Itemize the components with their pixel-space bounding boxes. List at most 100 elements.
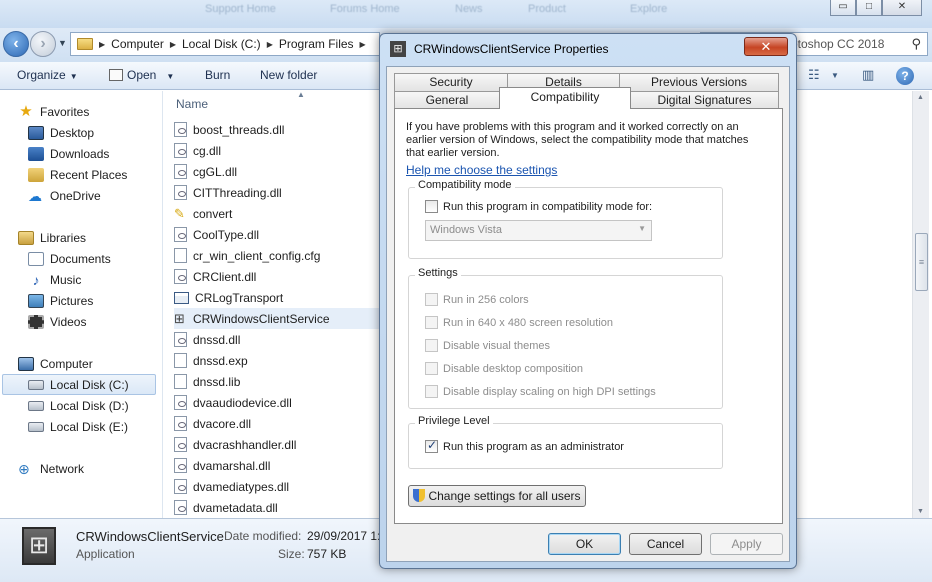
help-me-choose-link[interactable]: Help me choose the settings — [406, 163, 557, 177]
nav-favorites[interactable]: ★ Favorites — [18, 101, 89, 122]
file-row[interactable]: ⊞ CRWindowsClientService — [174, 308, 380, 329]
help-icon[interactable]: ? — [896, 67, 914, 85]
nav-desktop[interactable]: Desktop — [28, 122, 94, 143]
checkbox-box[interactable] — [425, 438, 438, 453]
address-bar[interactable]: ▶ Computer ▶ Local Disk (C:) ▶ Program F… — [70, 32, 380, 56]
file-row[interactable]: dvacore.dll — [174, 413, 380, 434]
file-row[interactable]: dnssd.dll — [174, 329, 380, 350]
exe-icon — [174, 291, 189, 304]
apply-button[interactable]: Apply — [710, 533, 783, 555]
file-row[interactable]: cr_win_client_config.cfg — [174, 245, 380, 266]
file-name: cr_win_client_config.cfg — [193, 248, 321, 263]
nav-drive-c[interactable]: Local Disk (C:) — [2, 374, 156, 395]
disable-dpi-scaling-checkbox[interactable]: Disable display scaling on high DPI sett… — [425, 385, 656, 398]
nav-recent-places[interactable]: Recent Places — [28, 164, 127, 185]
chevron-right-icon[interactable]: ▶ — [170, 40, 176, 49]
open-button[interactable]: Open ▼ — [109, 68, 174, 82]
breadcrumb-computer[interactable]: Computer — [111, 37, 164, 51]
nav-videos[interactable]: Videos — [28, 311, 86, 332]
service-icon: ⊞ — [174, 311, 185, 326]
file-row[interactable]: cgGL.dll — [174, 161, 380, 182]
tab-digital-signatures[interactable]: Digital Signatures — [630, 91, 779, 109]
privilege-level-group: Privilege Level Run this program as an a… — [408, 415, 723, 469]
window-close-button[interactable]: ✕ — [882, 0, 922, 16]
chevron-right-icon[interactable]: ▶ — [99, 40, 105, 49]
column-header-name[interactable]: Name — [176, 97, 208, 111]
checkbox-box[interactable] — [425, 293, 438, 306]
scrollbar-thumb[interactable]: ≡ — [915, 233, 928, 291]
open-icon — [109, 69, 123, 81]
dll-icon — [174, 122, 187, 137]
change-settings-all-users-button[interactable]: Change settings for all users — [408, 485, 586, 507]
file-row[interactable]: ✎ convert — [174, 203, 380, 224]
breadcrumb-local-disk[interactable]: Local Disk (C:) — [182, 37, 261, 51]
run-as-admin-checkbox[interactable]: Run this program as an administrator — [425, 438, 624, 453]
tab-previous-versions[interactable]: Previous Versions — [619, 73, 779, 91]
compatibility-mode-checkbox[interactable]: Run this program in compatibility mode f… — [425, 200, 652, 213]
new-folder-button[interactable]: New folder — [260, 68, 317, 82]
checkbox-box[interactable] — [425, 339, 438, 352]
tab-compatibility[interactable]: Compatibility — [499, 87, 631, 109]
change-view-icon[interactable]: ☷ — [808, 67, 820, 83]
file-row[interactable]: dvamarshal.dll — [174, 455, 380, 476]
organize-button[interactable]: Organize ▼ — [17, 68, 78, 82]
background-tab: Forums Home — [330, 3, 400, 15]
nav-downloads[interactable]: Downloads — [28, 143, 109, 164]
run-256-colors-checkbox[interactable]: Run in 256 colors — [425, 293, 529, 306]
file-row[interactable]: CRClient.dll — [174, 266, 380, 287]
file-row[interactable]: dnssd.lib — [174, 371, 380, 392]
cancel-button[interactable]: Cancel — [629, 533, 702, 555]
details-date-label: Date modified: — [224, 529, 302, 543]
nav-music[interactable]: ♪ Music — [28, 269, 82, 290]
file-row[interactable]: boost_threads.dll — [174, 119, 380, 140]
nav-drive-e[interactable]: Local Disk (E:) — [28, 416, 128, 437]
minimize-button[interactable]: ▭ — [830, 0, 856, 16]
file-row[interactable]: CITThreading.dll — [174, 182, 380, 203]
scroll-up-icon[interactable]: ▲ — [917, 94, 924, 101]
chevron-right-icon[interactable]: ▶ — [267, 40, 273, 49]
disable-visual-themes-checkbox[interactable]: Disable visual themes — [425, 339, 550, 352]
checkbox-box[interactable] — [425, 316, 438, 329]
nav-libraries[interactable]: Libraries — [18, 227, 86, 248]
file-row[interactable]: CRLogTransport — [174, 287, 380, 308]
run-640x480-checkbox[interactable]: Run in 640 x 480 screen resolution — [425, 316, 613, 329]
file-row[interactable]: CoolType.dll — [174, 224, 380, 245]
ok-button[interactable]: OK — [548, 533, 621, 555]
disable-desktop-composition-checkbox[interactable]: Disable desktop composition — [425, 362, 583, 375]
checkbox-box[interactable] — [425, 385, 438, 398]
checkbox-box[interactable] — [425, 200, 438, 213]
recent-pages-dropdown-icon[interactable]: ▼ — [58, 38, 67, 48]
file-row[interactable]: dvamediatypes.dll — [174, 476, 380, 497]
forward-button[interactable]: › — [30, 31, 56, 57]
breadcrumb-program-files[interactable]: Program Files — [279, 37, 354, 51]
vertical-scrollbar[interactable]: ▲ ≡ ▼ — [912, 91, 929, 518]
view-dropdown-icon[interactable]: ▼ — [831, 71, 839, 80]
back-button[interactable]: ‹ — [3, 31, 29, 57]
burn-button[interactable]: Burn — [205, 68, 230, 82]
checkbox-box[interactable] — [425, 362, 438, 375]
file-row[interactable]: dvametadata.dll — [174, 497, 380, 518]
search-icon[interactable]: ⚲ — [911, 36, 921, 52]
scroll-down-icon[interactable]: ▼ — [917, 508, 924, 515]
nav-computer[interactable]: Computer — [18, 353, 93, 374]
nav-onedrive[interactable]: ☁ OneDrive — [28, 185, 101, 206]
nav-network[interactable]: ⊕ Network — [18, 458, 84, 479]
nav-documents[interactable]: Documents — [28, 248, 111, 269]
file-row[interactable]: cg.dll — [174, 140, 380, 161]
group-title: Compatibility mode — [415, 179, 515, 191]
nav-drive-d[interactable]: Local Disk (D:) — [28, 395, 129, 416]
background-tab: Explore — [630, 3, 668, 15]
file-row[interactable]: dvacrashhandler.dll — [174, 434, 380, 455]
tab-general[interactable]: General — [394, 91, 500, 109]
compatibility-os-select[interactable]: Windows Vista ▼ — [425, 220, 652, 241]
preview-pane-icon[interactable]: ▥ — [862, 67, 874, 83]
chevron-right-icon[interactable]: ▶ — [360, 40, 366, 49]
nav-pictures[interactable]: Pictures — [28, 290, 93, 311]
drive-icon — [28, 400, 44, 411]
file-row[interactable]: dvaaudiodevice.dll — [174, 392, 380, 413]
dialog-close-button[interactable]: ✕ — [744, 37, 788, 56]
maximize-button[interactable]: □ — [856, 0, 882, 16]
file-row[interactable]: dnssd.exp — [174, 350, 380, 371]
tab-security[interactable]: Security — [394, 73, 508, 91]
service-icon: ⊞ — [22, 527, 56, 565]
